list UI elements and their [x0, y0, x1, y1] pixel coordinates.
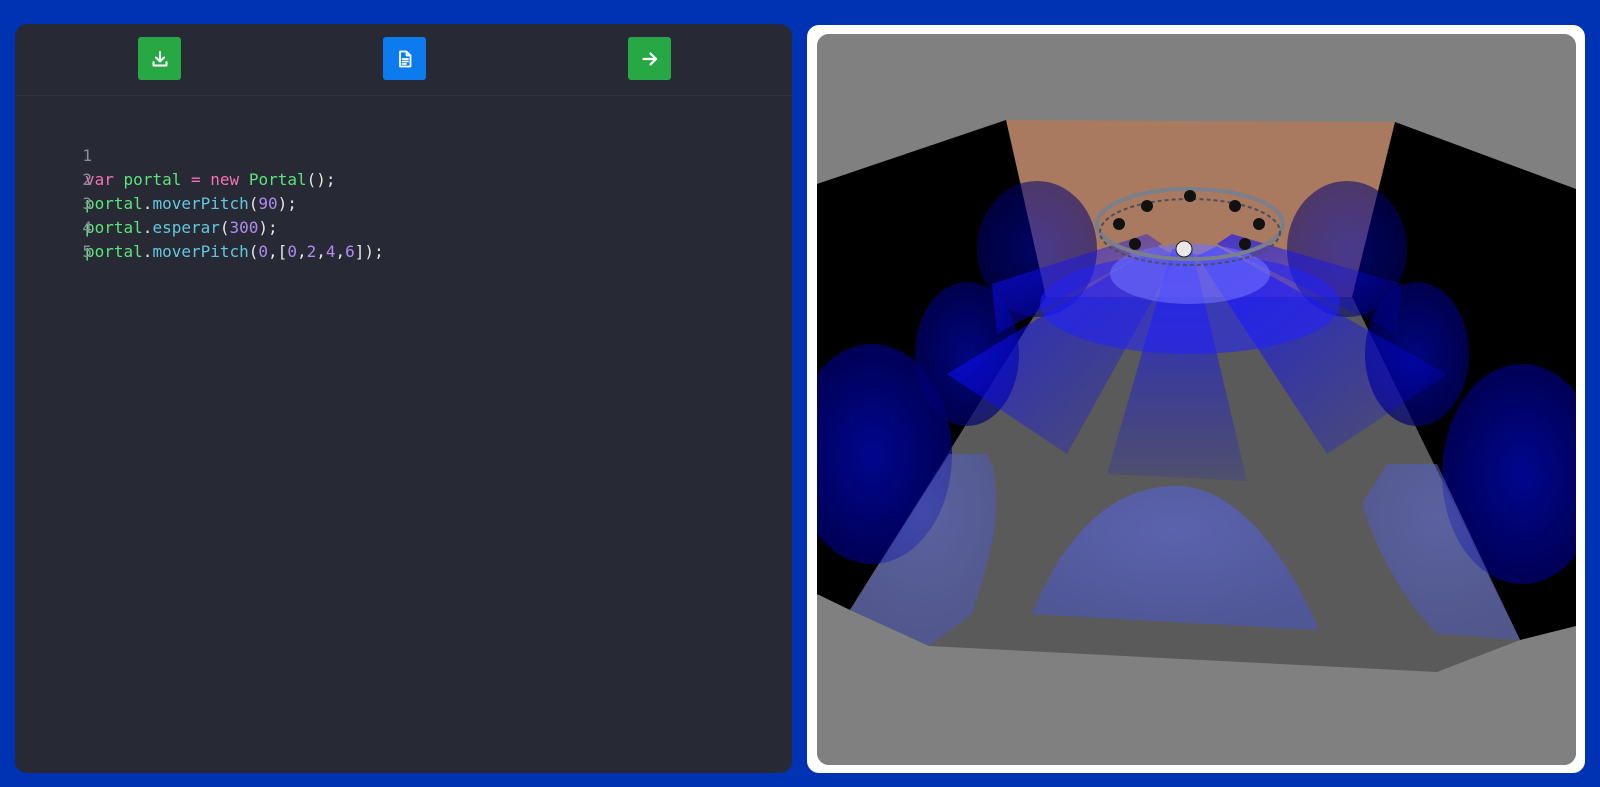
- arrow-right-icon: [640, 49, 660, 69]
- code-editor-panel: 1 var portal = new Portal(); 2 portal.mo…: [15, 24, 792, 773]
- code-token: ,: [316, 242, 326, 261]
- code-token: ,: [296, 242, 307, 261]
- download-icon: [150, 49, 170, 69]
- file-text-icon: [395, 49, 415, 69]
- code-line[interactable]: 2 portal.moverPitch(90);: [15, 144, 792, 213]
- code-line[interactable]: 1 var portal = new Portal();: [15, 120, 792, 189]
- download-button[interactable]: [138, 37, 181, 80]
- code-token: 4: [325, 242, 336, 261]
- stage-scene: [817, 34, 1576, 765]
- code-line[interactable]: 5: [15, 216, 792, 261]
- run-button[interactable]: [628, 37, 671, 80]
- line-number: 5: [82, 242, 92, 261]
- code-token: 2: [306, 242, 317, 261]
- line-code: portal.moverPitch(0,[0,2,4,6]);: [85, 240, 384, 264]
- stage-3d-view[interactable]: [817, 34, 1576, 765]
- code-token: ]);: [354, 242, 384, 261]
- code-line[interactable]: 4 portal.moverPitch(0,[0,2,4,6]);: [15, 192, 792, 261]
- code-token: (: [248, 242, 259, 261]
- code-token: ,: [335, 242, 346, 261]
- code-token: portal: [85, 242, 143, 261]
- code-area[interactable]: 1 var portal = new Portal(); 2 portal.mo…: [15, 120, 792, 261]
- code-token: .: [142, 242, 153, 261]
- toolbar-divider: [15, 95, 792, 96]
- editor-toolbar: [15, 24, 792, 96]
- open-file-button[interactable]: [383, 37, 426, 80]
- code-line[interactable]: 3 portal.esperar(300);: [15, 168, 792, 237]
- code-token: moverPitch: [152, 242, 249, 261]
- code-token: 0: [287, 242, 297, 261]
- code-token: 0: [258, 242, 269, 261]
- code-token: ,[: [268, 242, 288, 261]
- code-token: 6: [345, 242, 355, 261]
